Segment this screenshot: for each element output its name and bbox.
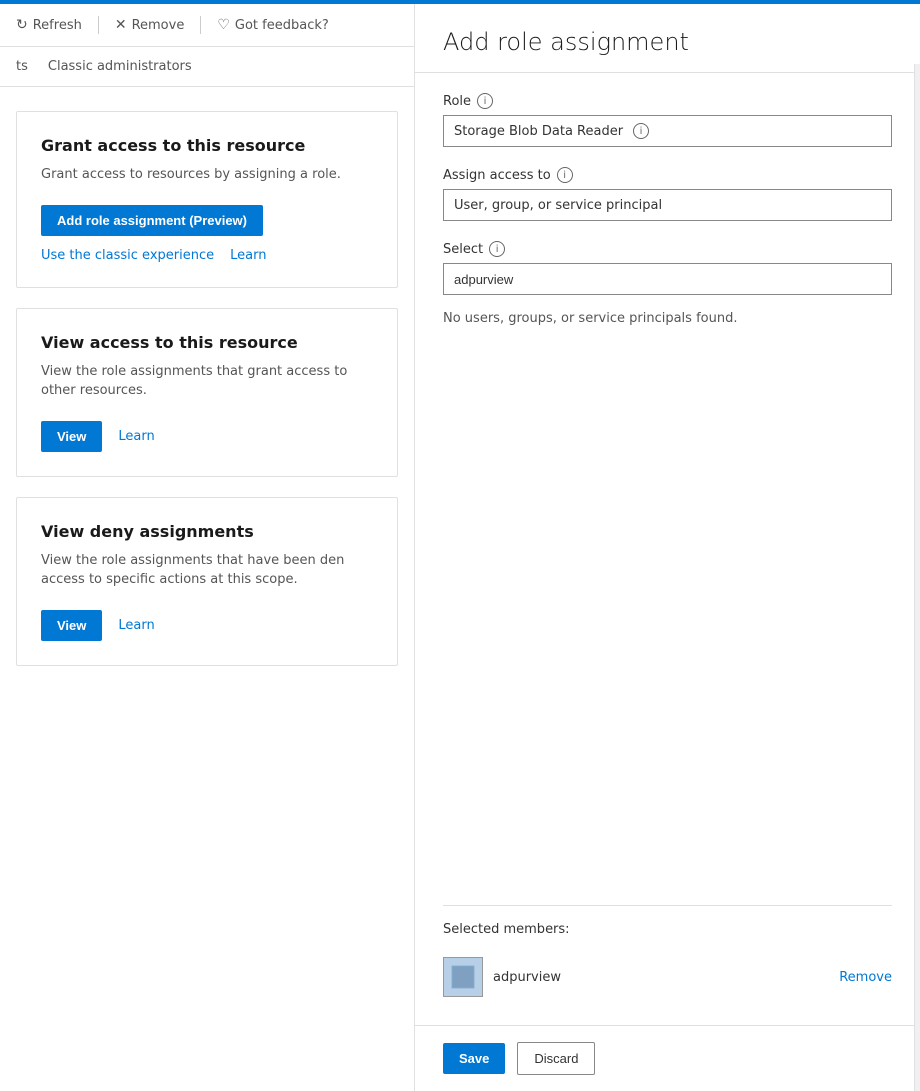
- assign-access-label: Assign access to i: [443, 167, 892, 183]
- learn-link-deny[interactable]: Learn: [118, 618, 154, 633]
- refresh-icon: ↻: [16, 17, 28, 33]
- member-item: adpurview Remove: [443, 949, 892, 1005]
- member-name: adpurview: [493, 970, 829, 985]
- selected-members-label: Selected members:: [443, 922, 892, 937]
- grant-access-title: Grant access to this resource: [41, 136, 373, 155]
- view-deny-actions: View Learn: [41, 610, 373, 641]
- right-panel: Add role assignment Role i Storage Blob …: [415, 4, 920, 1091]
- member-avatar: [443, 957, 483, 997]
- panel-header: Add role assignment: [415, 4, 920, 73]
- divider-1: [98, 16, 99, 34]
- view-access-button[interactable]: View: [41, 421, 102, 452]
- panel-title: Add role assignment: [443, 28, 892, 56]
- panel-footer: Save Discard: [415, 1025, 920, 1091]
- divider-2: [200, 16, 201, 34]
- left-content: Grant access to this resource Grant acce…: [0, 87, 414, 690]
- select-label: Select i: [443, 241, 892, 257]
- save-button[interactable]: Save: [443, 1043, 505, 1074]
- select-info-icon[interactable]: i: [489, 241, 505, 257]
- member-remove-button[interactable]: Remove: [839, 970, 892, 985]
- view-access-actions: View Learn: [41, 421, 373, 452]
- grant-access-actions: Add role assignment (Preview): [41, 205, 373, 236]
- panel-main-content: Role i Storage Blob Data Reader i Assign…: [415, 73, 920, 1025]
- assign-access-value-box: User, group, or service principal: [443, 189, 892, 221]
- role-value: Storage Blob Data Reader: [454, 124, 623, 139]
- grant-access-card: Grant access to this resource Grant acce…: [16, 111, 398, 288]
- toolbar: ↻ Refresh ✕ Remove ♡ Got feedback?: [0, 4, 414, 47]
- view-access-card: View access to this resource View the ro…: [16, 308, 398, 477]
- feedback-label: Got feedback?: [235, 18, 329, 33]
- select-field-group: Select i No users, groups, or service pr…: [443, 241, 892, 342]
- discard-button[interactable]: Discard: [517, 1042, 595, 1075]
- no-results-text: No users, groups, or service principals …: [443, 295, 892, 342]
- role-value-box: Storage Blob Data Reader i: [443, 115, 892, 147]
- heart-icon: ♡: [217, 17, 230, 33]
- assign-access-field-group: Assign access to i User, group, or servi…: [443, 167, 892, 221]
- refresh-label: Refresh: [33, 18, 82, 33]
- selected-members-section: Selected members: adpurview Remove: [443, 905, 892, 1005]
- role-value-info-icon[interactable]: i: [633, 123, 649, 139]
- role-info-icon[interactable]: i: [477, 93, 493, 109]
- view-deny-button[interactable]: View: [41, 610, 102, 641]
- nav-tabs: ts Classic administrators: [0, 47, 414, 87]
- bottom-area: Selected members: adpurview Remove: [443, 905, 892, 1005]
- remove-label: Remove: [132, 18, 185, 33]
- select-input[interactable]: [443, 263, 892, 295]
- fields-area: Role i Storage Blob Data Reader i Assign…: [443, 93, 892, 885]
- scrollbar[interactable]: [914, 64, 920, 1091]
- role-field-group: Role i Storage Blob Data Reader i: [443, 93, 892, 147]
- view-access-title: View access to this resource: [41, 333, 373, 352]
- grant-access-desc: Grant access to resources by assigning a…: [41, 165, 373, 185]
- assign-access-value: User, group, or service principal: [454, 198, 662, 213]
- add-role-assignment-button[interactable]: Add role assignment (Preview): [41, 205, 263, 236]
- tab-ts[interactable]: ts: [16, 55, 28, 78]
- role-label: Role i: [443, 93, 892, 109]
- tab-classic-admins[interactable]: Classic administrators: [48, 55, 192, 78]
- assign-access-info-icon[interactable]: i: [557, 167, 573, 183]
- feedback-button[interactable]: ♡ Got feedback?: [217, 17, 328, 33]
- learn-link-grant[interactable]: Learn: [230, 248, 266, 263]
- view-access-desc: View the role assignments that grant acc…: [41, 362, 373, 401]
- view-deny-card: View deny assignments View the role assi…: [16, 497, 398, 666]
- refresh-button[interactable]: ↻ Refresh: [16, 17, 82, 33]
- view-deny-desc: View the role assignments that have been…: [41, 551, 373, 590]
- view-deny-title: View deny assignments: [41, 522, 373, 541]
- remove-button[interactable]: ✕ Remove: [115, 17, 185, 33]
- classic-experience-link[interactable]: Use the classic experience: [41, 248, 214, 263]
- learn-link-view[interactable]: Learn: [118, 429, 154, 444]
- left-panel: ↻ Refresh ✕ Remove ♡ Got feedback? ts Cl…: [0, 4, 415, 1091]
- remove-icon: ✕: [115, 17, 127, 33]
